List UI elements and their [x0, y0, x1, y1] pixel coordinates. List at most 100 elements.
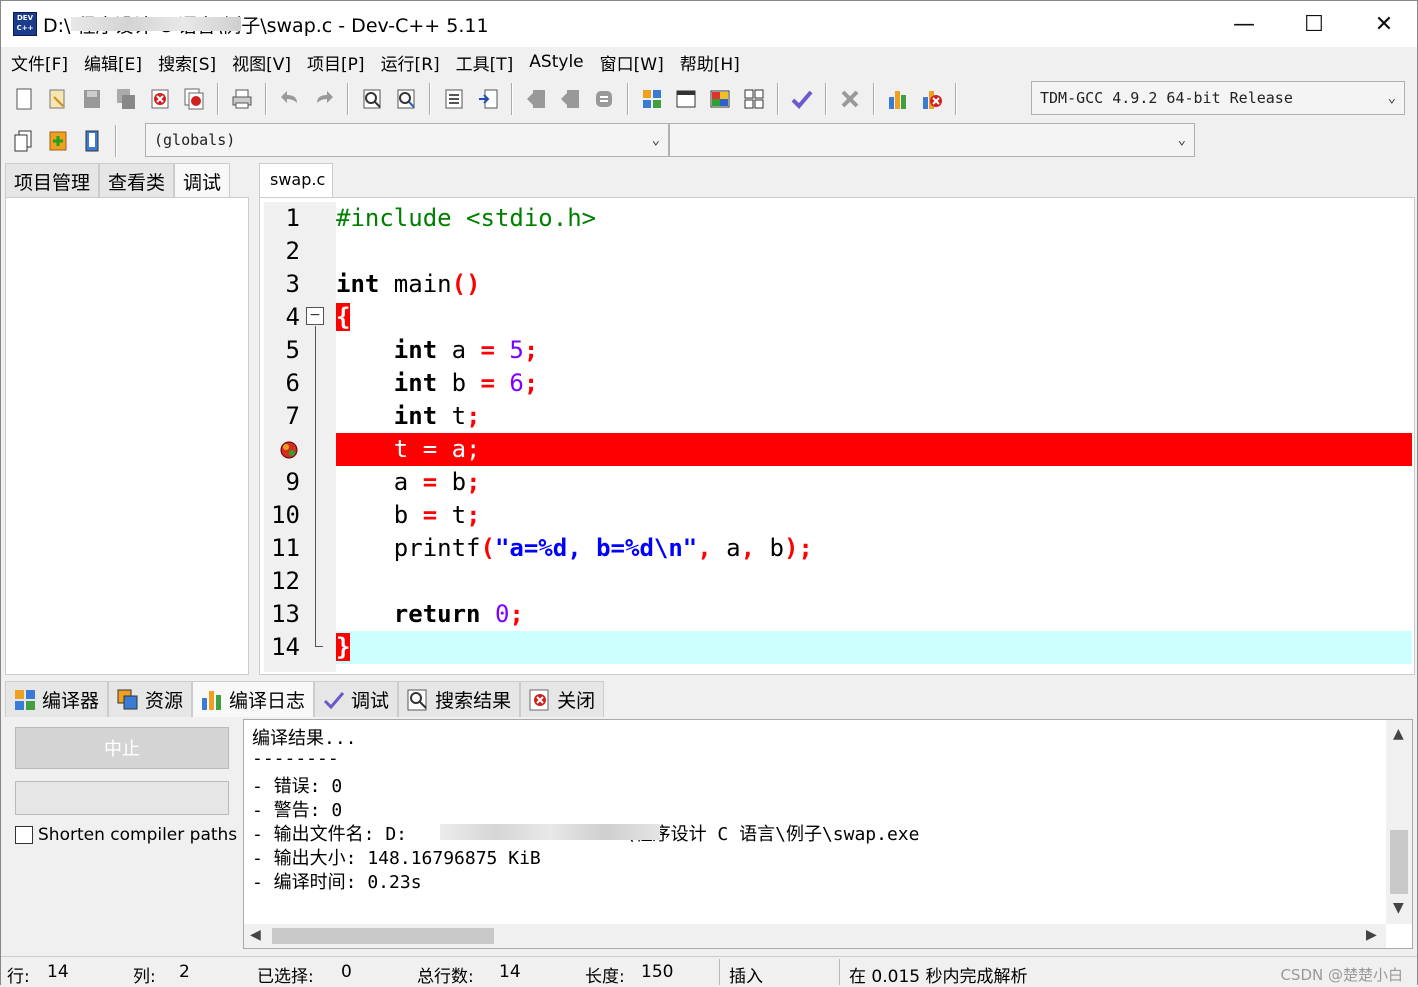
undo-button[interactable] [275, 84, 305, 114]
tab-class-browser[interactable]: 查看类 [99, 163, 175, 197]
shorten-paths-checkbox[interactable] [15, 826, 33, 844]
compiler-select[interactable]: TDM-GCC 4.9.2 64-bit Release ⌄ [1031, 81, 1405, 115]
new-file-icon [16, 88, 32, 110]
code-text: return 0; [393, 600, 524, 628]
editor-tab-swap-c[interactable]: swap.c [259, 163, 333, 197]
save-button[interactable] [77, 84, 107, 114]
tab-project-manager[interactable]: 项目管理 [5, 163, 100, 197]
toolbar-separator [825, 83, 827, 115]
print-button[interactable] [227, 84, 257, 114]
tab-debug[interactable]: 调试 [174, 163, 231, 197]
scroll-down-icon[interactable]: ▼ [1393, 900, 1404, 916]
find-button[interactable] [357, 84, 387, 114]
code-text: t = a; [336, 435, 481, 463]
menu-help[interactable]: 帮助[H] [672, 50, 748, 75]
scroll-up-icon[interactable]: ▲ [1393, 726, 1404, 742]
comment-icon [596, 91, 612, 107]
resources-button[interactable] [705, 84, 735, 114]
secondary-toolbar [7, 119, 123, 163]
code-line-7: 7 int t; [260, 400, 1412, 433]
toggle-comment-button[interactable] [589, 84, 619, 114]
log-line: - 错误: 0 [252, 776, 343, 797]
fold-collapse-icon[interactable]: − [306, 307, 324, 325]
menu-search[interactable]: 搜索[S] [150, 50, 224, 75]
redo-button[interactable] [309, 84, 339, 114]
check-syntax-button[interactable] [787, 84, 817, 114]
shorten-paths-label: Shorten compiler paths [38, 825, 238, 845]
debug-panel[interactable] [5, 197, 249, 675]
tab-close[interactable]: 关闭 [520, 681, 605, 717]
replace-button[interactable] [391, 84, 421, 114]
log-vertical-scrollbar[interactable]: ▲ ▼ [1386, 720, 1412, 924]
save-icon [84, 90, 100, 108]
goto-function-button[interactable] [473, 84, 503, 114]
status-sel-value: 0 [341, 962, 352, 982]
menu-project[interactable]: 项目[P] [299, 50, 373, 75]
close-file-button[interactable] [145, 84, 175, 114]
chevron-down-icon: ⌄ [1387, 90, 1396, 106]
status-sel-label: 已选择: [257, 967, 314, 987]
profile-button[interactable] [883, 84, 913, 114]
menu-window[interactable]: 窗口[W] [592, 50, 672, 75]
toggle-bookmark-button[interactable] [43, 126, 73, 156]
tab-resources[interactable]: 资源 [108, 681, 193, 717]
indent-icon [527, 90, 545, 108]
scope-select[interactable]: (globals) ⌄ [145, 123, 669, 157]
scroll-thumb[interactable] [1390, 830, 1408, 894]
window-button[interactable] [671, 84, 701, 114]
status-col-label: 列: [133, 967, 156, 987]
maximize-button[interactable]: ☐ [1279, 1, 1349, 47]
code-editor[interactable]: 1 #include <stdio.h> 2 3 int main() 4 − … [259, 197, 1415, 675]
unindent-button[interactable] [555, 84, 585, 114]
scroll-left-icon[interactable]: ◀ [250, 927, 261, 943]
shorten-paths-row[interactable]: Shorten compiler paths [15, 825, 237, 845]
menu-run[interactable]: 运行[R] [373, 50, 448, 75]
tab-debug[interactable]: 调试 [314, 681, 399, 717]
scroll-thumb[interactable] [272, 928, 494, 944]
close-all-button[interactable] [179, 84, 209, 114]
menu-astyle[interactable]: AStyle [521, 52, 591, 72]
line-number: 10 [271, 501, 300, 529]
open-file-button[interactable] [43, 84, 73, 114]
stop-button[interactable] [835, 84, 865, 114]
tab-label: 资源 [145, 690, 184, 712]
goto-line-button[interactable] [439, 84, 469, 114]
status-separator [719, 959, 720, 985]
scroll-right-icon[interactable]: ▶ [1366, 927, 1377, 943]
compile-log[interactable]: 编译结果... -------- - 错误: 0 - 警告: 0 - 输出文件名… [243, 719, 1413, 949]
code-line-1: 1 #include <stdio.h> [260, 202, 1412, 235]
search-icon [407, 689, 427, 710]
line-number: 9 [285, 468, 300, 496]
delete-profile-button[interactable] [917, 84, 947, 114]
save-all-button[interactable] [111, 84, 141, 114]
tab-search-results[interactable]: 搜索结果 [398, 681, 521, 717]
close-button[interactable]: ✕ [1349, 1, 1418, 47]
menu-file[interactable]: 文件[F] [3, 50, 76, 75]
insert-button[interactable] [9, 126, 39, 156]
redacted-path [440, 824, 660, 840]
minimize-button[interactable]: — [1209, 1, 1279, 47]
bookmark-add-icon [49, 131, 67, 151]
abort-compile-button[interactable]: 中止 [15, 727, 229, 769]
menu-edit[interactable]: 编辑[E] [76, 50, 150, 75]
tab-label: 关闭 [557, 690, 596, 712]
indent-button[interactable] [521, 84, 551, 114]
line-number: 14 [271, 633, 300, 661]
menu-tools[interactable]: 工具[T] [448, 50, 522, 75]
devcpp-app-icon: DEV C++ [13, 12, 37, 36]
menu-view[interactable]: 视图[V] [224, 50, 299, 75]
tab-compiler[interactable]: 编译器 [5, 681, 109, 717]
log-horizontal-scrollbar[interactable]: ◀ ▶ [244, 924, 1386, 948]
code-line-12: 12 [260, 565, 1412, 598]
goto-bookmark-button[interactable] [77, 126, 107, 156]
symbol-select[interactable]: ⌄ [669, 123, 1195, 157]
open-file-icon [49, 89, 65, 109]
new-file-button[interactable] [9, 84, 39, 114]
tab-compile-log[interactable]: 编译日志 [192, 681, 315, 717]
code-text: b = t; [336, 501, 481, 529]
code-text: int main() [336, 270, 481, 298]
layout-button[interactable] [739, 84, 769, 114]
undo-icon [281, 91, 297, 103]
breakpoint-icon[interactable] [278, 439, 300, 461]
new-project-button[interactable] [637, 84, 667, 114]
